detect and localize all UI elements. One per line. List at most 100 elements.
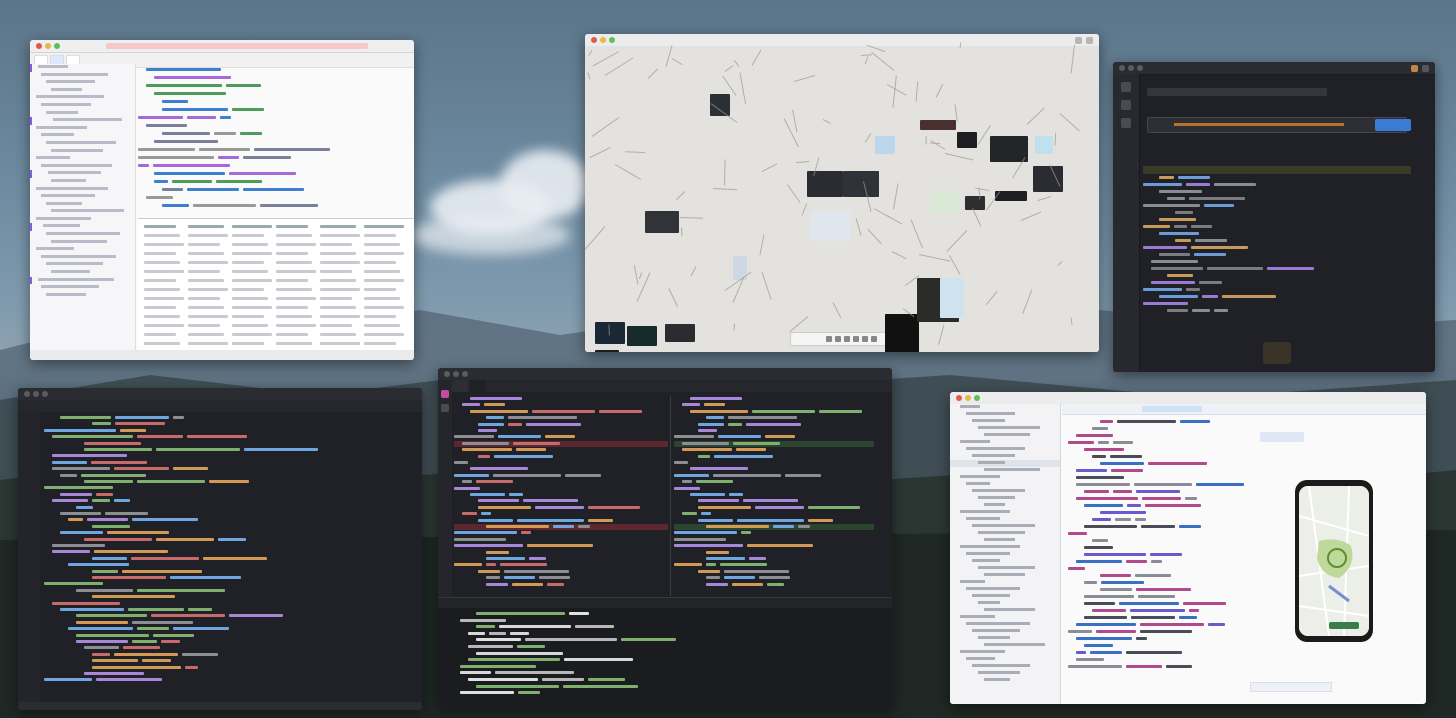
window-code-editor[interactable] — [18, 388, 422, 710]
navigator-item[interactable] — [950, 600, 1060, 607]
navigator-item[interactable] — [950, 628, 1060, 635]
navigator-item[interactable] — [950, 551, 1060, 558]
navigator-item[interactable] — [950, 411, 1060, 418]
code-view[interactable] — [1143, 162, 1425, 342]
navigator-item[interactable] — [950, 432, 1060, 439]
canvas-card[interactable] — [920, 120, 956, 130]
window-controls[interactable] — [24, 391, 48, 397]
project-navigator[interactable] — [950, 404, 1061, 704]
navigator-item[interactable] — [950, 467, 1060, 474]
navigator-item[interactable] — [950, 670, 1060, 677]
canvas-card[interactable] — [843, 171, 879, 197]
gear-icon[interactable] — [1411, 64, 1418, 72]
sidebar-item[interactable] — [30, 132, 135, 140]
canvas-card[interactable] — [875, 136, 895, 154]
navigator-item[interactable] — [950, 460, 1060, 467]
canvas-card[interactable] — [930, 191, 960, 213]
sidebar-item[interactable] — [30, 208, 135, 216]
maximize-icon[interactable] — [1137, 65, 1143, 71]
sidebar-item[interactable] — [30, 186, 135, 194]
navigator-item[interactable] — [950, 621, 1060, 628]
results-table[interactable] — [138, 218, 414, 354]
pen-icon[interactable] — [825, 336, 832, 342]
canvas-card[interactable] — [645, 211, 679, 233]
sidebar-item[interactable] — [30, 284, 135, 292]
canvas-card[interactable] — [957, 132, 977, 148]
sidebar-item[interactable] — [30, 193, 135, 201]
navigator-item[interactable] — [950, 425, 1060, 432]
minimize-icon[interactable] — [453, 371, 459, 377]
maximize-icon[interactable] — [974, 395, 980, 401]
sidebar-item[interactable] — [30, 140, 135, 148]
window-ide-preview[interactable] — [950, 392, 1426, 704]
shape-icon[interactable] — [834, 336, 841, 342]
navigator-item[interactable] — [950, 523, 1060, 530]
minimize-icon[interactable] — [33, 391, 39, 397]
sidebar-item[interactable] — [30, 102, 135, 110]
navigator-item[interactable] — [950, 593, 1060, 600]
tab[interactable] — [470, 380, 486, 392]
canvas-card[interactable] — [940, 278, 964, 318]
panel-tabs[interactable] — [1147, 100, 1425, 110]
phone-preview[interactable] — [1295, 480, 1373, 642]
preview-tab[interactable] — [1260, 432, 1304, 442]
navigator-item[interactable] — [950, 474, 1060, 481]
terminal-tabs[interactable] — [438, 598, 892, 608]
navigator-item[interactable] — [950, 614, 1060, 621]
navigator-item[interactable] — [950, 663, 1060, 670]
sidebar-item[interactable] — [30, 87, 135, 95]
sidebar-item[interactable] — [30, 269, 135, 277]
navigator-item[interactable] — [950, 439, 1060, 446]
sidebar-item[interactable] — [30, 201, 135, 209]
explorer-icon[interactable] — [441, 404, 449, 412]
window-controls[interactable] — [444, 371, 468, 377]
tab[interactable] — [452, 380, 468, 392]
navigator-item[interactable] — [950, 446, 1060, 453]
window-controls[interactable] — [591, 37, 615, 43]
close-icon[interactable] — [444, 371, 450, 377]
tab-bar[interactable] — [18, 400, 422, 412]
navigator-item[interactable] — [950, 516, 1060, 523]
sidebar-item[interactable] — [30, 292, 135, 300]
window-diff-editor[interactable] — [438, 368, 892, 708]
sidebar-item[interactable] — [30, 125, 135, 133]
window-whiteboard[interactable] — [585, 34, 1099, 352]
maximize-icon[interactable] — [42, 391, 48, 397]
more-icon[interactable] — [1422, 64, 1429, 72]
editor-tabs[interactable] — [1062, 404, 1426, 415]
window-actions[interactable] — [1075, 36, 1093, 44]
preview-controls[interactable] — [1250, 682, 1332, 692]
navigator-item[interactable] — [950, 495, 1060, 502]
search-input[interactable] — [1147, 117, 1407, 133]
zoom-icon[interactable] — [870, 336, 877, 342]
navigator-item[interactable] — [950, 544, 1060, 551]
navigator-item[interactable] — [950, 635, 1060, 642]
navigator-item[interactable] — [950, 607, 1060, 614]
search-button[interactable] — [1375, 119, 1411, 131]
sidebar-item[interactable] — [30, 148, 135, 156]
navigator-item[interactable] — [950, 572, 1060, 579]
diff-left-pane[interactable] — [454, 396, 668, 596]
sidebar-item[interactable] — [30, 239, 135, 247]
navigator-item[interactable] — [950, 453, 1060, 460]
close-icon[interactable] — [36, 43, 42, 49]
maximize-icon[interactable] — [54, 43, 60, 49]
maximize-icon[interactable] — [609, 37, 615, 43]
navigator-item[interactable] — [950, 404, 1060, 411]
menu-icon[interactable] — [1075, 36, 1082, 44]
navigator-item[interactable] — [950, 649, 1060, 656]
image-icon[interactable] — [852, 336, 859, 342]
window-controls[interactable] — [1119, 65, 1143, 71]
diff-right-pane[interactable] — [674, 396, 874, 596]
sidebar-item[interactable] — [30, 246, 135, 254]
window-actions[interactable] — [1411, 64, 1429, 72]
window-database-app[interactable] — [30, 40, 414, 360]
sidebar-item[interactable] — [30, 64, 135, 72]
navigator-item[interactable] — [950, 502, 1060, 509]
sidebar-item[interactable] — [30, 117, 135, 125]
sidebar-item[interactable] — [30, 170, 135, 178]
active-tab[interactable] — [1142, 406, 1202, 412]
canvas-card[interactable] — [595, 322, 625, 344]
window-titlebar[interactable] — [1113, 62, 1435, 75]
navigator-item[interactable] — [950, 558, 1060, 565]
